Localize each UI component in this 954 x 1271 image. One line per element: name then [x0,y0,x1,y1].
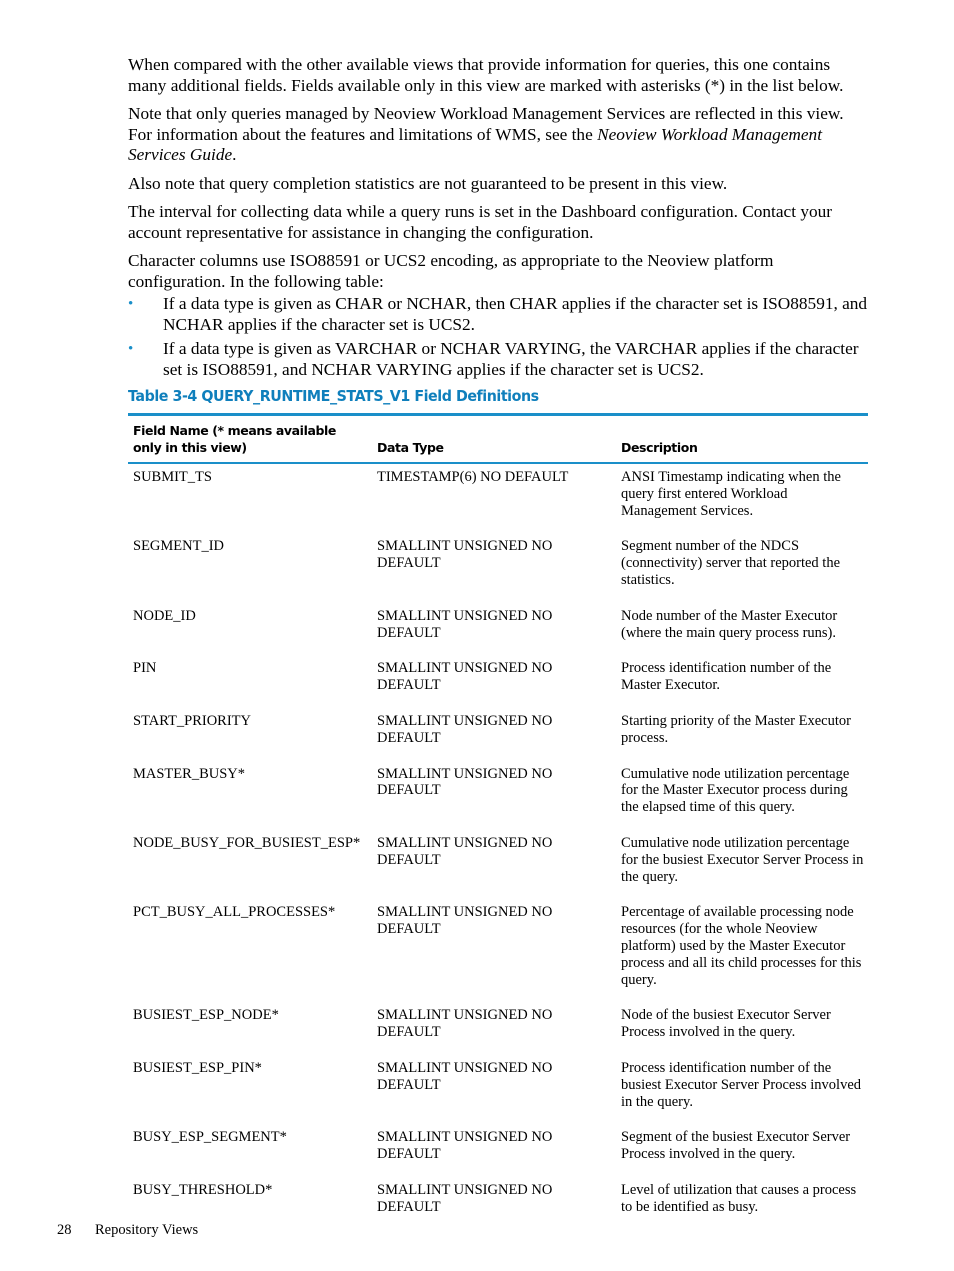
description-cell: Cumulative node utilization percentage f… [621,834,864,885]
header-data-type: Data Type [377,440,444,455]
data-type-cell: SMALLINT UNSIGNED NO DEFAULT [377,1007,553,1041]
footer-section-title: Repository Views [95,1222,199,1238]
table-row: BUSIEST_ESP_NODE* SMALLINT UNSIGNED NO DE… [128,1002,868,1055]
table-row: PCT_BUSY_ALL_PROCESSES* SMALLINT UNSIGNED… [128,899,868,1002]
intro-paragraph: When compared with the other available v… [128,55,844,95]
data-type-cell: SMALLINT UNSIGNED NO DEFAULT [377,1181,553,1215]
field-definitions-table: Field Name (* means available only in th… [128,416,868,1230]
description-cell: Level of utilization that causes a proce… [621,1181,857,1215]
description-cell: Percentage of available processing node … [621,904,862,988]
bullet-text: If a data type is given as CHAR or NCHAR… [163,294,868,334]
table-row: SUBMIT_TS TIMESTAMP(6) NO DEFAULT ANSI Tim… [128,464,868,533]
field-name-cell: MASTER_BUSY* [133,765,245,782]
table-row: SEGMENT_ID SMALLINT UNSIGNED NO DEFAULT Se… [128,533,868,602]
data-type-cell: SMALLINT UNSIGNED NO DEFAULT [377,660,553,694]
data-type-cell: SMALLINT UNSIGNED NO DEFAULT [377,1129,553,1163]
field-name-cell: BUSY_ESP_SEGMENT* [133,1129,287,1146]
table-row: PIN SMALLINT UNSIGNED NO DEFAULT Process i… [128,655,868,708]
table-row: MASTER_BUSY* SMALLINT UNSIGNED NO DEFAULT… [128,761,868,830]
data-type-cell: SMALLINT UNSIGNED NO DEFAULT [377,538,553,572]
description-cell: ANSI Timestamp indicating when the query… [621,469,841,519]
header-field-name: Field Name (* means available only in th… [133,423,336,455]
wms-note-end: . [232,145,237,164]
description-cell: Starting priority of the Master Executor… [621,712,851,746]
data-type-cell: SMALLINT UNSIGNED NO DEFAULT [377,1059,553,1093]
data-type-cell: TIMESTAMP(6) NO DEFAULT [377,469,569,485]
data-type-cell: SMALLINT UNSIGNED NO DEFAULT [377,834,553,868]
bullet-item: • If a data type is given as VARCHAR or N… [128,339,868,380]
completion-stats-paragraph: Also note that query completion statisti… [128,173,728,193]
description-cell: Node of the busiest Executor Server Proc… [621,1007,831,1041]
encoding-bullet-list: • If a data type is given as CHAR or NCHA… [128,294,868,380]
field-name-cell: NODE_ID [133,607,196,624]
table-row: BUSY_ESP_SEGMENT* SMALLINT UNSIGNED NO DE… [128,1124,868,1177]
table-row: BUSY_THRESHOLD* SMALLINT UNSIGNED NO DEFA… [128,1177,868,1230]
field-name-cell: START_PRIORITY [133,712,252,729]
table-row: NODE_BUSY_FOR_BUSIEST_ESP* SMALLINT UNSIG… [128,830,868,899]
data-type-cell: SMALLINT UNSIGNED NO DEFAULT [377,712,553,746]
data-type-cell: SMALLINT UNSIGNED NO DEFAULT [377,607,553,641]
bullet-item: • If a data type is given as CHAR or NCHA… [128,294,868,335]
description-cell: Cumulative node utilization percentage f… [621,765,850,816]
field-name-cell: PIN [133,660,157,677]
table-row: START_PRIORITY SMALLINT UNSIGNED NO DEFAU… [128,708,868,761]
encoding-paragraph: Character columns use ISO88591 or UCS2 e… [128,251,774,291]
table-header-row: Field Name (* means available only in th… [128,416,868,462]
page-footer: 28 Repository Views [57,1222,198,1239]
data-type-cell: SMALLINT UNSIGNED NO DEFAULT [377,904,553,938]
bullet-icon: • [128,341,134,357]
header-description: Description [621,440,698,455]
description-cell: Segment number of the NDCS (connectivity… [621,538,841,588]
field-name-cell: SUBMIT_TS [133,469,212,485]
description-cell: Segment of the busiest Executor Server P… [621,1129,851,1163]
page-content: When compared with the other available v… [128,55,868,1230]
wms-note-paragraph: Note that only queries managed by Neovie… [128,104,868,166]
table-row: BUSIEST_ESP_PIN* SMALLINT UNSIGNED NO DEF… [128,1055,868,1124]
field-name-cell: BUSIEST_ESP_PIN* [133,1059,262,1076]
bullet-icon: • [128,296,134,312]
field-name-cell: NODE_BUSY_FOR_BUSIEST_ESP* [133,834,361,851]
table-title: Table 3-4 QUERY_RUNTIME_STATS_V1 Field D… [128,387,539,405]
field-name-cell: PCT_BUSY_ALL_PROCESSES* [133,904,336,921]
description-cell: Node number of the Master Executor (wher… [621,607,838,641]
data-type-cell: SMALLINT UNSIGNED NO DEFAULT [377,765,553,799]
description-cell: Process identification number of the bus… [621,1059,862,1110]
table-body: SUBMIT_TS TIMESTAMP(6) NO DEFAULT ANSI Tim… [128,464,868,1230]
description-cell: Process identification number of the Mas… [621,660,832,694]
interval-paragraph: The interval for collecting data while a… [128,202,832,242]
table-row: NODE_ID SMALLINT UNSIGNED NO DEFAULT Node … [128,603,868,656]
field-name-cell: SEGMENT_ID [133,538,225,555]
field-name-cell: BUSIEST_ESP_NODE* [133,1007,279,1024]
bullet-text: If a data type is given as VARCHAR or NC… [163,339,859,379]
page-number: 28 [57,1222,72,1238]
